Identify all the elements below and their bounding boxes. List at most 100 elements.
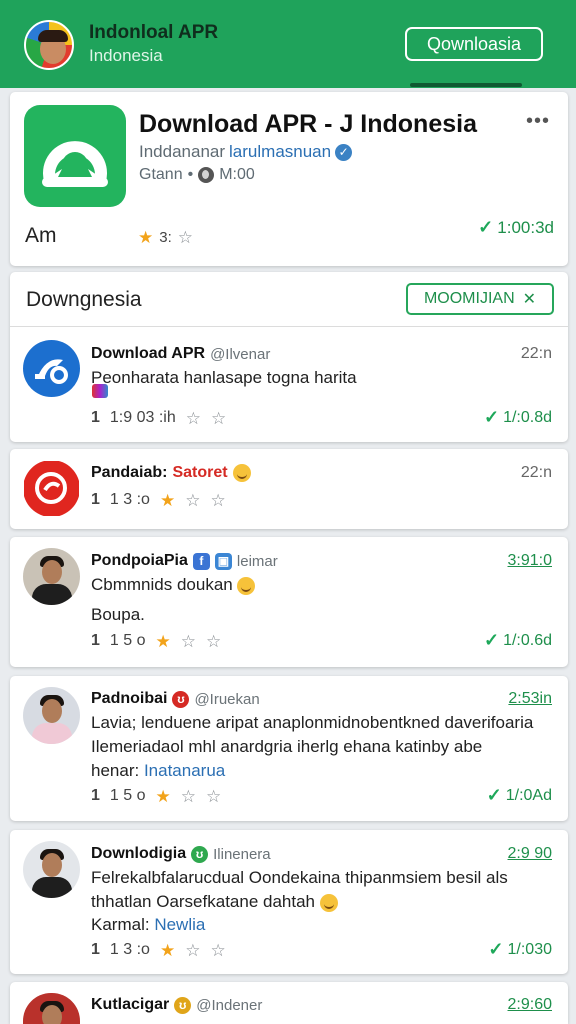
post-size[interactable]: ✓ 1/:030 (488, 939, 552, 960)
post-item[interactable]: PondpoiaPia f ▣ leimar 3:91:0 Cbmmnids d… (10, 537, 568, 667)
post-item[interactable]: Padnoibai ʊ @Iruekan 2:53in Lavia; lendu… (10, 676, 568, 821)
star-empty-icon[interactable]: ☆ (206, 788, 221, 805)
stat-text: 1 3 :o (109, 491, 150, 508)
post-author[interactable]: Downlodigia ʊ Ilinenera (91, 845, 271, 863)
star-empty-icon[interactable]: ☆ (181, 788, 196, 805)
post-size[interactable]: ✓ 1/:0Ad (487, 785, 552, 806)
star-empty-icon[interactable]: ☆ (210, 492, 225, 509)
post-size[interactable]: ✓ 1/:0.6d (484, 630, 552, 651)
star-empty-icon: ☆ (177, 228, 194, 247)
profile-avatar[interactable] (24, 20, 74, 70)
post-sticker-icon (92, 384, 108, 398)
section-action-button[interactable]: MOOMIJIAN ✕ (406, 283, 554, 315)
app-label: Am (25, 224, 57, 247)
likes-count: 1 (91, 787, 100, 804)
app-info-card: Download APR - J Indonesia ••• Inddanana… (10, 92, 568, 266)
pinned-logo-icon (23, 340, 80, 397)
post-text: Lavia; lenduene aripat anaplonmidnobentk… (91, 713, 534, 756)
post-size-text: 1/:030 (507, 940, 552, 958)
developer-link[interactable]: larulmasnuan (229, 142, 331, 162)
post-author[interactable]: Pandaiab: Satoret (91, 464, 251, 482)
post-item[interactable]: Kutlacigar ʊ @Indener 2:9:60 (10, 982, 568, 1024)
author-name: PondpoiaPia (91, 552, 188, 569)
person-photo (23, 993, 80, 1024)
likes-count: 1 (91, 491, 100, 508)
app-rating[interactable]: ★ 3: ☆ (138, 229, 193, 246)
post-text-secondary: Karmal: Newlia (91, 913, 553, 937)
red-app-logo-icon (23, 460, 80, 517)
author-handle: leimar (236, 552, 278, 570)
smile-emoji-icon (237, 576, 256, 595)
star-empty-icon[interactable]: ☆ (206, 633, 221, 650)
post-time[interactable]: 2:53in (508, 690, 552, 708)
section-action-label: MOOMIJIAN (423, 290, 515, 307)
post-author[interactable]: PondpoiaPia f ▣ leimar (91, 552, 278, 570)
star-empty-icon[interactable]: ☆ (185, 492, 200, 509)
globe-icon (198, 167, 215, 183)
tail-link[interactable]: Inatanarua (144, 761, 225, 780)
post-time: 22:n (520, 345, 552, 362)
post-text-line: Cbmmnids doukan (91, 575, 233, 594)
post-author[interactable]: Padnoibai ʊ @Iruekan (91, 690, 260, 708)
app-size-text: 1:00:3d (497, 217, 554, 237)
star-empty-icon[interactable]: ☆ (186, 410, 201, 427)
post-stats: 1 1 5 o ★ ☆ ☆ (91, 787, 221, 805)
author-handle: Ilinenera (213, 845, 271, 863)
post-author[interactable]: Kutlacigar ʊ @Indener (91, 996, 262, 1014)
top-app-bar: Indonloal APR Indonesia Qownloasia (0, 0, 576, 88)
author-name: Downlodigia (91, 845, 187, 862)
star-empty-icon[interactable]: ☆ (181, 633, 196, 650)
app-developer[interactable]: Inddananar larulmasnuan ✓ (139, 142, 353, 162)
tab-indicator (410, 83, 522, 87)
likes-count: 1 (91, 941, 100, 958)
app-size[interactable]: ✓ 1:00:3d (478, 217, 554, 238)
smile-emoji-icon (319, 893, 338, 912)
star-empty-icon[interactable]: ☆ (210, 942, 225, 959)
post-item[interactable]: Downlodigia ʊ Ilinenera 2:9 90 Felrekalb… (10, 830, 568, 974)
body-icon (32, 584, 72, 605)
face-icon (42, 853, 62, 877)
secondary-link[interactable]: Newlia (154, 915, 205, 934)
meta-separator: • (187, 166, 194, 183)
post-stats: 1 1 5 o ★ ☆ ☆ (91, 632, 221, 650)
post-author[interactable]: Download APR @Ilvenar (91, 345, 270, 363)
post-size-text: 1/:0Ad (505, 786, 552, 804)
author-name: Padnoibai (91, 690, 168, 707)
post-time[interactable]: 3:91:0 (508, 552, 552, 570)
face-icon (42, 699, 62, 723)
checkmark-icon: ✓ (483, 630, 500, 650)
person-photo (23, 841, 80, 898)
close-x-icon: ✕ (522, 291, 537, 308)
stat-text: 1:9 03 :ih (109, 409, 176, 426)
post-text: Cbmmnids doukan (91, 573, 553, 597)
post-time[interactable]: 2:9 90 (508, 845, 552, 863)
star-filled-icon[interactable]: ★ (160, 942, 175, 959)
post-stats: 1 1:9 03 :ih ☆ ☆ (91, 409, 226, 427)
post-stats: 1 1 3 :o ★ ☆ ☆ (91, 491, 226, 509)
star-filled-icon[interactable]: ★ (160, 492, 175, 509)
post-time[interactable]: 2:9:60 (508, 996, 552, 1014)
red-badge-icon: ʊ (172, 690, 190, 708)
checkmark-icon: ✓ (488, 939, 504, 959)
app-meta: Gtann • M:00 (139, 166, 255, 184)
author-handle: @Iruekan (194, 690, 260, 708)
post-text: Felrekalbfalarucdual Oondekaina thipanms… (91, 866, 553, 914)
star-filled-icon[interactable]: ★ (156, 788, 171, 805)
section-title: Downgnesia (26, 288, 142, 311)
header-download-button[interactable]: Qownloasia (405, 27, 543, 61)
person-photo (23, 687, 80, 744)
star-empty-icon[interactable]: ☆ (185, 942, 200, 959)
app-title: Download APR - J Indonesia (139, 110, 477, 138)
star-filled-icon[interactable]: ★ (156, 633, 171, 650)
post-item[interactable]: Pandaiab: Satoret 22:n 1 1 3 :o ★ ☆ ☆ (10, 449, 568, 529)
star-empty-icon[interactable]: ☆ (211, 410, 226, 427)
checkmark-icon: ✓ (483, 407, 500, 427)
app-bar-subtitle: Indonesia (89, 46, 163, 65)
body-icon (32, 723, 72, 744)
post-item[interactable]: Download APR @Ilvenar 22:n Peonharata ha… (10, 326, 568, 442)
more-options-icon[interactable]: ••• (526, 110, 550, 133)
meta-right: M:00 (219, 166, 255, 183)
post-size[interactable]: ✓ 1/:0.8d (484, 407, 552, 428)
square-app-icon: ▣ (214, 552, 232, 570)
stat-text: 1 5 o (109, 787, 146, 804)
